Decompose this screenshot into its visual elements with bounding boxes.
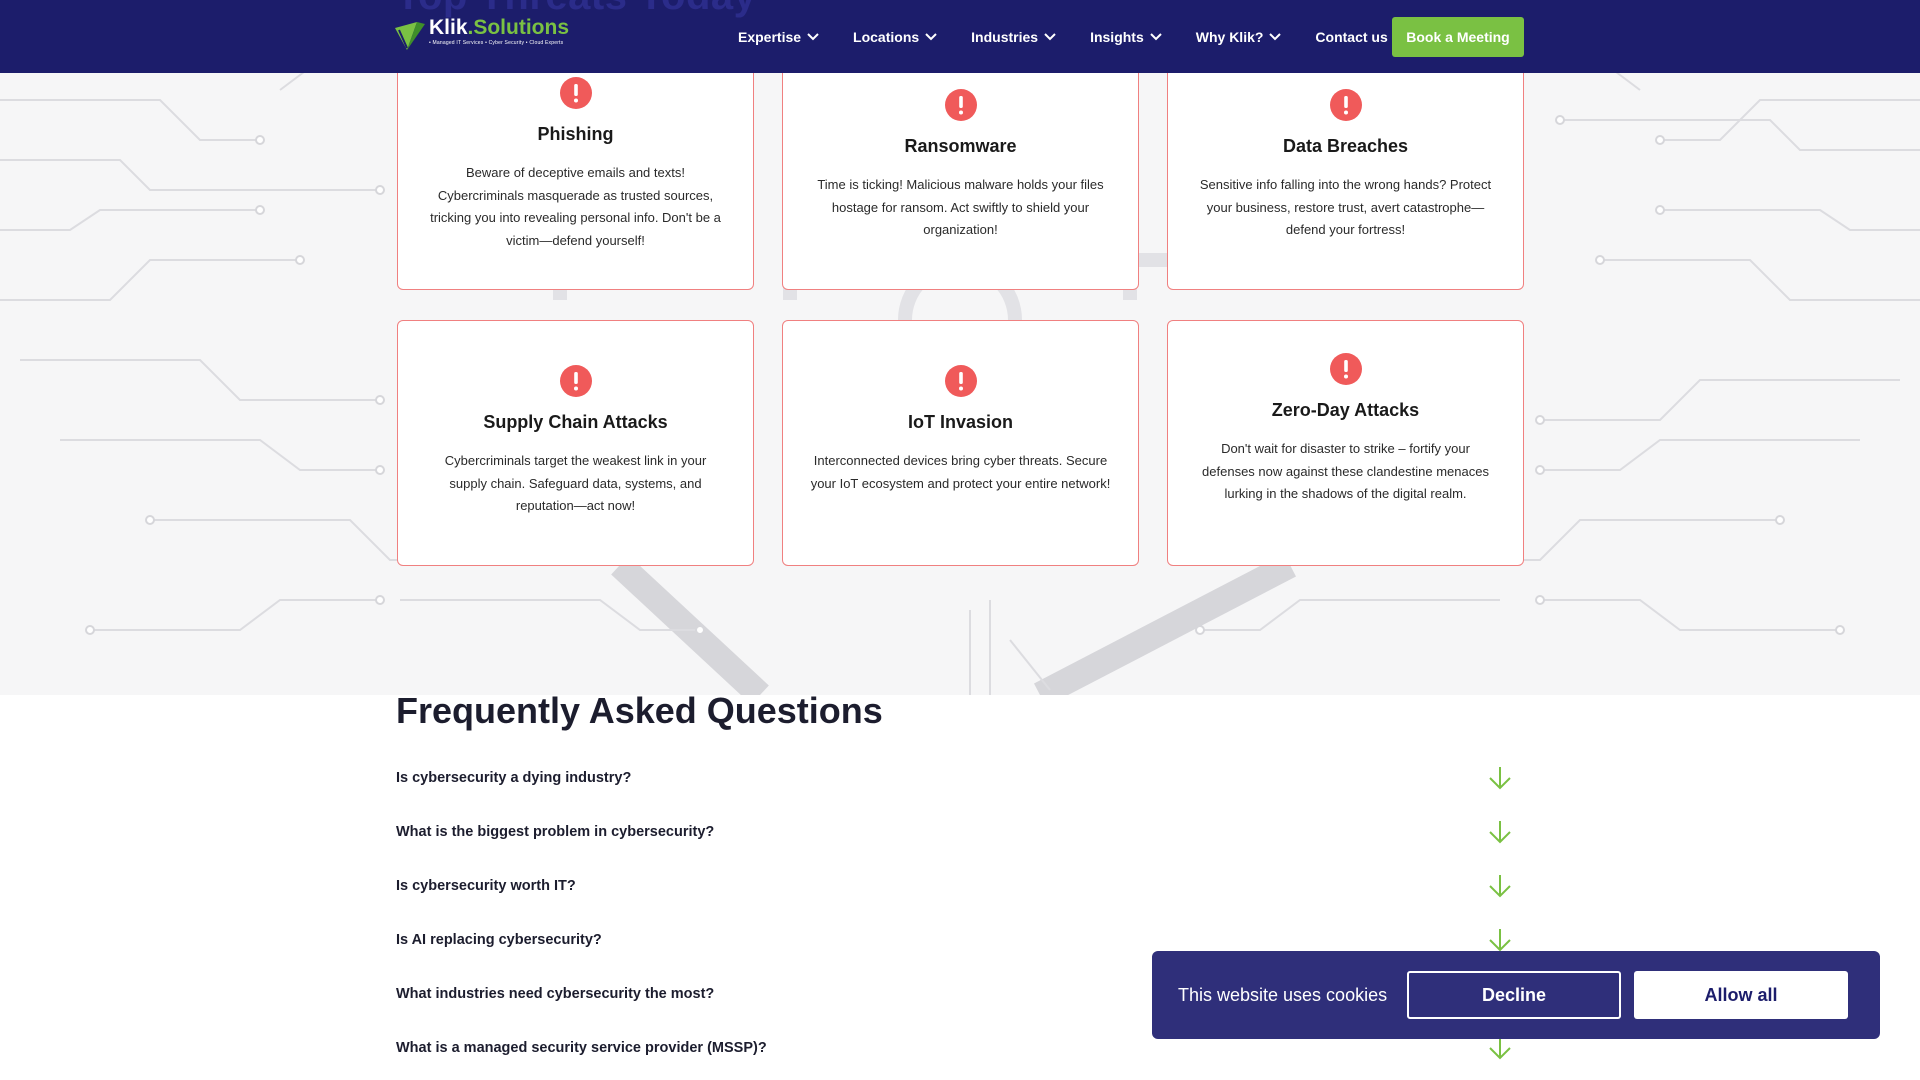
chevron-down-icon	[807, 32, 819, 40]
logo-brand-accent: .Solutions	[467, 16, 570, 39]
threat-title: Phishing	[537, 124, 614, 144]
nav-label: Expertise	[738, 28, 802, 45]
alert-icon	[944, 365, 977, 397]
threat-title: IoT Invasion	[907, 412, 1013, 432]
threat-description: Cybercriminals target the weakest link i…	[444, 453, 707, 513]
nav-label: Locations	[853, 28, 920, 45]
threat-title: Zero-Day Attacks	[1271, 400, 1420, 420]
nav-item-industries[interactable]: Industries	[971, 29, 1056, 45]
faq-title: Frequently Asked Questions	[396, 690, 883, 731]
arrow-down-icon	[1489, 767, 1511, 790]
faq-item[interactable]: What is the biggest problem in cybersecu…	[396, 817, 1512, 847]
book-meeting-button[interactable]: Book a Meeting	[1392, 17, 1524, 57]
threat-description: Beware of deceptive emails and texts! Cy…	[430, 165, 721, 248]
alert-icon	[1329, 353, 1362, 385]
threat-card-phishing: Phishing Beware of deceptive emails and …	[397, 45, 754, 290]
threat-description: Sensitive info falling into the wrong ha…	[1199, 177, 1492, 237]
decline-cookies-button[interactable]: Decline	[1407, 971, 1621, 1019]
nav-label: Industries	[971, 28, 1039, 45]
nav-item-insights[interactable]: Insights	[1090, 29, 1162, 45]
site-header: Top Threats Today Klik.Solutions • Manag…	[0, 0, 1920, 73]
logo-brand: Klik.Solutions	[429, 16, 569, 40]
nav-label: Why Klik?	[1195, 28, 1264, 45]
chevron-down-icon	[925, 32, 937, 40]
chevron-down-icon	[1044, 32, 1056, 40]
nav-item-expertise[interactable]: Expertise	[738, 29, 819, 45]
threat-description: Interconnected devices bring cyber threa…	[810, 453, 1111, 491]
alert-icon	[1329, 89, 1362, 121]
nav-item-why-klik[interactable]: Why Klik?	[1196, 29, 1282, 45]
arrow-down-icon	[1489, 821, 1511, 844]
chevron-down-icon	[1269, 32, 1282, 40]
faq-question: What industries need cybersecurity the m…	[396, 986, 715, 1002]
faq-question: Is cybersecurity worth IT?	[396, 878, 576, 894]
threat-card-zero-day: Zero-Day Attacks Don't wait for disaster…	[1167, 320, 1524, 566]
logo-brand-main: Klik	[429, 16, 468, 39]
threat-title: Data Breaches	[1282, 136, 1409, 156]
alert-icon	[944, 89, 977, 121]
threat-title: Supply Chain Attacks	[483, 412, 668, 432]
nav-item-contact-us[interactable]: Contact us	[1315, 29, 1387, 45]
cookie-message: This website uses cookies	[1178, 984, 1388, 1005]
faq-question: Is AI replacing cybersecurity?	[396, 932, 602, 948]
nav-label: Contact us	[1315, 28, 1388, 45]
faq-item[interactable]: Is cybersecurity a dying industry?	[396, 763, 1512, 793]
cookie-banner: This website uses cookies Decline Allow …	[1152, 951, 1880, 1039]
threat-title: Ransomware	[904, 136, 1017, 156]
arrow-down-icon	[1489, 875, 1511, 898]
faq-question: What is the biggest problem in cybersecu…	[396, 824, 715, 840]
threat-card-supply-chain: Supply Chain Attacks Cybercriminals targ…	[397, 320, 754, 566]
threat-description: Time is ticking! Malicious malware holds…	[817, 177, 1104, 237]
main-nav: Expertise Locations Industries Insights …	[738, 0, 1422, 73]
alert-icon	[559, 365, 592, 397]
logo-tagline: • Managed IT Services • Cyber Security •…	[429, 40, 564, 46]
allow-all-cookies-button[interactable]: Allow all	[1634, 971, 1848, 1019]
threat-description: Don't wait for disaster to strike – fort…	[1202, 441, 1489, 501]
faq-question: What is a managed security service provi…	[396, 1040, 767, 1056]
faq-item[interactable]: Is cybersecurity worth IT?	[396, 871, 1512, 901]
threat-card-iot-invasion: IoT Invasion Interconnected devices brin…	[782, 320, 1139, 566]
site-logo[interactable]: Klik.Solutions • Managed IT Services • C…	[393, 16, 583, 56]
threat-card-ransomware: Ransomware Time is ticking! Malicious ma…	[782, 45, 1139, 290]
threat-card-data-breaches: Data Breaches Sensitive info falling int…	[1167, 45, 1524, 290]
faq-question: Is cybersecurity a dying industry?	[396, 770, 632, 786]
chevron-down-icon	[1150, 32, 1162, 40]
nav-item-locations[interactable]: Locations	[853, 29, 937, 45]
alert-icon	[559, 77, 592, 109]
arrow-down-icon	[1489, 929, 1511, 952]
nav-label: Insights	[1090, 28, 1144, 45]
logo-mark-icon	[395, 22, 425, 50]
